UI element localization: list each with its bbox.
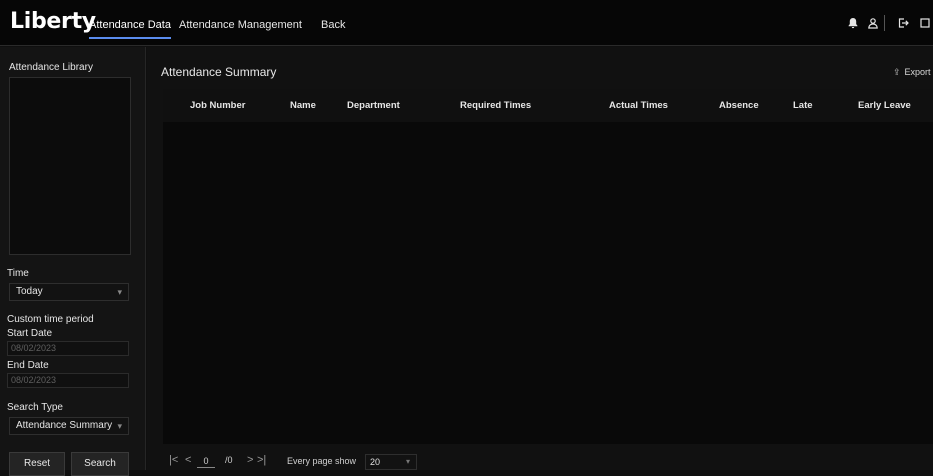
active-tab-indicator xyxy=(89,37,171,39)
export-label: Export xyxy=(904,67,931,77)
page-number-input[interactable]: 0 xyxy=(197,455,215,468)
logout-icon[interactable] xyxy=(895,14,911,32)
header-icons xyxy=(843,14,933,32)
prev-page-button[interactable]: < xyxy=(185,454,191,466)
page-size-select[interactable]: 20 ▾ xyxy=(365,454,417,470)
nav-attendance-data[interactable]: Attendance Data xyxy=(89,19,171,39)
start-date-input[interactable]: 08/02/2023 xyxy=(7,341,129,356)
search-type-select[interactable]: Attendance Summary ▾ xyxy=(9,417,129,435)
top-bar: Liberty Attendance Data Attendance Manag… xyxy=(0,0,933,46)
column-header-early-leave[interactable]: Early Leave xyxy=(858,100,911,111)
reset-button[interactable]: Reset xyxy=(9,452,65,476)
column-header-required-times[interactable]: Required Times xyxy=(460,100,531,111)
first-page-button[interactable]: |< xyxy=(169,454,178,466)
page-title: Attendance Summary xyxy=(161,65,277,79)
column-header-actual-times[interactable]: Actual Times xyxy=(609,100,668,111)
nav-attendance-management-label: Attendance Management xyxy=(179,19,302,31)
header-divider xyxy=(884,15,885,31)
nav-attendance-data-label: Attendance Data xyxy=(89,19,171,31)
search-type-label: Search Type xyxy=(7,402,63,413)
custom-time-period-label: Custom time period xyxy=(7,314,94,325)
attendance-library-label: Attendance Library xyxy=(9,62,93,73)
pagination: |< < 0 /0 > >| Every page show 20 ▾ xyxy=(147,451,933,471)
attendance-table: Job Number Name Department Required Time… xyxy=(163,89,933,444)
table-header: Job Number Name Department Required Time… xyxy=(163,89,933,122)
nav-attendance-management[interactable]: Attendance Management xyxy=(179,19,302,31)
next-page-button[interactable]: > xyxy=(247,454,253,466)
page-size-label: Every page show xyxy=(287,456,357,466)
fullscreen-icon[interactable] xyxy=(917,14,933,32)
time-select-value: Today xyxy=(16,286,43,297)
nav-back-label: Back xyxy=(321,19,346,31)
end-date-label: End Date xyxy=(7,360,49,371)
chevron-down-icon: ▾ xyxy=(405,457,410,466)
bell-icon[interactable] xyxy=(845,14,861,32)
chevron-down-icon: ▾ xyxy=(117,421,122,431)
search-type-select-value: Attendance Summary xyxy=(16,420,113,431)
attendance-library-list[interactable] xyxy=(9,77,131,255)
logo: Liberty xyxy=(10,9,96,34)
end-date-input[interactable]: 08/02/2023 xyxy=(7,373,129,388)
last-page-button[interactable]: >| xyxy=(257,454,266,466)
nav-back[interactable]: Back xyxy=(321,19,345,31)
column-header-absence[interactable]: Absence xyxy=(719,100,759,111)
page-total: /0 xyxy=(225,455,233,465)
user-icon[interactable] xyxy=(865,14,881,32)
filter-panel: Attendance Library Time Today ▾ Custom t… xyxy=(0,47,146,476)
time-label: Time xyxy=(7,268,29,279)
time-select[interactable]: Today ▾ xyxy=(9,283,129,301)
export-button[interactable]: ⇪ Export xyxy=(893,67,933,81)
column-header-job-number[interactable]: Job Number xyxy=(190,100,245,111)
start-date-label: Start Date xyxy=(7,328,53,339)
chevron-down-icon: ▾ xyxy=(117,287,122,297)
column-header-late[interactable]: Late xyxy=(793,100,813,111)
column-header-name[interactable]: Name xyxy=(290,100,316,111)
column-header-department[interactable]: Department xyxy=(347,100,400,111)
export-icon: ⇪ xyxy=(893,67,901,77)
main-content: Attendance Summary ⇪ Export Job Number N… xyxy=(147,47,933,470)
page-size-value: 20 xyxy=(370,457,381,467)
search-button[interactable]: Search xyxy=(71,452,129,476)
